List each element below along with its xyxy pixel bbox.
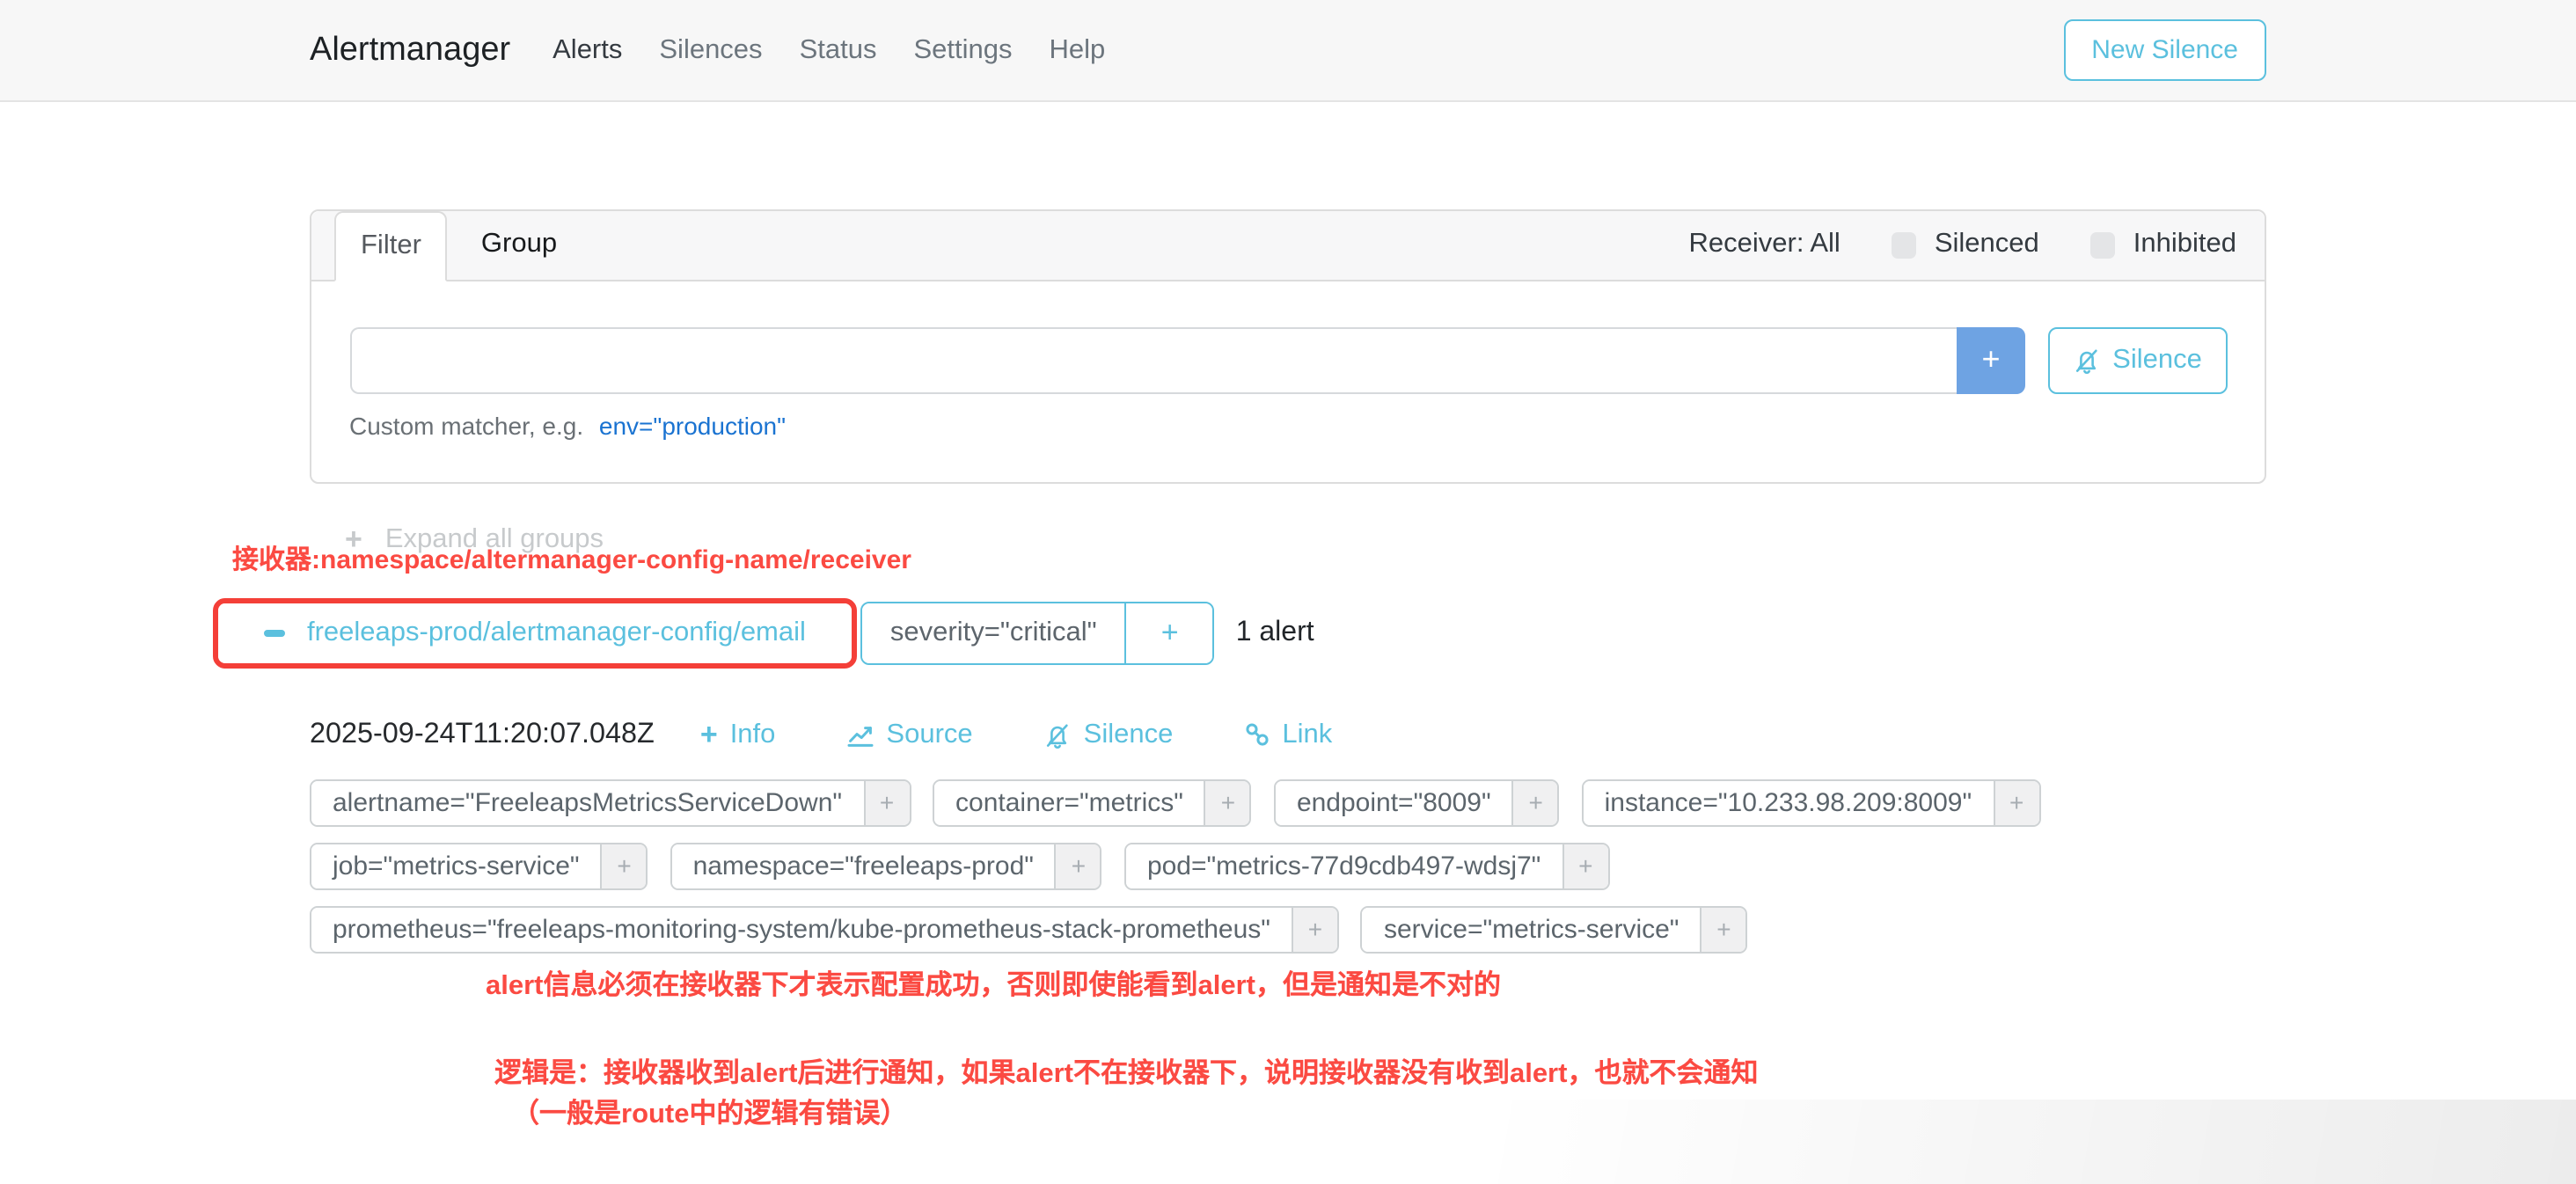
plus-icon: + — [700, 717, 718, 752]
main-content: Filter Group Receiver: All Silenced Inhi… — [310, 209, 2266, 1134]
source-action-label: Source — [886, 719, 972, 750]
filter-card-header: Filter Group Receiver: All Silenced Inhi… — [311, 211, 2265, 281]
label-add-button[interactable]: + — [1204, 781, 1250, 824]
minus-icon — [263, 630, 284, 636]
new-silence-button[interactable]: New Silence — [2063, 19, 2266, 81]
info-action-label: Info — [730, 719, 776, 750]
label-button[interactable]: instance="10.233.98.209:8009" — [1584, 781, 1994, 824]
filter-card: Filter Group Receiver: All Silenced Inhi… — [310, 209, 2266, 483]
silence-button[interactable]: Silence — [2047, 326, 2227, 393]
alert-header: 2025-09-24T11:20:07.048Z + Info Source — [310, 712, 2266, 757]
alert-label: endpoint="8009" + — [1274, 779, 1560, 826]
alert-label: prometheus="freeleaps-monitoring-system/… — [310, 906, 1339, 953]
tab-filter[interactable]: Filter — [334, 211, 448, 281]
nav-item-alerts[interactable]: Alerts — [553, 34, 622, 66]
tab-filter-label: Filter — [361, 230, 421, 262]
matcher-input-group: + — [349, 326, 2025, 393]
label-add-button[interactable]: + — [863, 781, 909, 824]
navbar: Alertmanager Alerts Silences Status Sett… — [0, 0, 2576, 102]
label-row: job="metrics-service" + namespace="freel… — [310, 843, 2266, 889]
add-matcher-button[interactable]: + — [1957, 326, 2025, 393]
matcher-input[interactable] — [349, 326, 1957, 393]
label-add-button[interactable]: + — [1993, 781, 2038, 824]
nav-item-silences[interactable]: Silences — [659, 34, 762, 66]
silence-button-label: Silence — [2112, 344, 2202, 376]
label-button[interactable]: pod="metrics-77d9cdb497-wdsj7" — [1126, 844, 1562, 888]
link-icon — [1243, 721, 1270, 748]
group-matcher-add-button[interactable]: + — [1125, 603, 1213, 663]
bell-slash-icon — [1043, 720, 1072, 749]
receiver-group-button[interactable]: freeleaps-prod/alertmanager-config/email — [217, 603, 852, 662]
alert-count: 1 alert — [1236, 618, 1314, 649]
matcher-example-link[interactable]: env="production" — [599, 411, 786, 439]
bell-slash-icon — [2072, 346, 2100, 374]
label-add-button[interactable]: + — [1292, 908, 1337, 951]
tab-group-label: Group — [481, 230, 557, 261]
annotation-highlight-box: freeleaps-prod/alertmanager-config/email — [212, 598, 857, 668]
tab-group[interactable]: Group — [448, 211, 590, 279]
alert-labels: alertname="FreeleapsMetricsServiceDown" … — [310, 779, 2266, 953]
annotation-receiver-note: 接收器:namespace/altermanager-config-name/r… — [232, 543, 2266, 577]
group-matcher-button[interactable]: severity="critical" — [862, 603, 1125, 663]
label-button[interactable]: namespace="freeleaps-prod" — [672, 844, 1055, 888]
info-action[interactable]: + Info — [700, 717, 776, 752]
link-action-label: Link — [1282, 719, 1332, 750]
label-button[interactable]: alertname="FreeleapsMetricsServiceDown" — [311, 781, 863, 824]
annotation-logic-note-line1: 逻辑是：接收器收到alert后进行通知，如果alert不在接收器下，说明接收器没… — [494, 1057, 2266, 1093]
matcher-helper: Custom matcher, e.g. env="production" — [349, 411, 2227, 439]
source-action[interactable]: Source — [845, 719, 972, 750]
inhibited-checkbox[interactable] — [2090, 232, 2116, 258]
link-action[interactable]: Link — [1243, 719, 1332, 750]
receiver-group-label: freeleaps-prod/alertmanager-config/email — [307, 618, 806, 649]
nav-item-status[interactable]: Status — [800, 34, 877, 66]
annotation-logic-note-line2: （一般是route中的逻辑有错误） — [512, 1099, 2266, 1134]
label-add-button[interactable]: + — [1562, 844, 1607, 888]
inhibited-label[interactable]: Inhibited — [2133, 230, 2236, 261]
alert-label: alertname="FreeleapsMetricsServiceDown" … — [310, 779, 911, 826]
label-add-button[interactable]: + — [601, 844, 647, 888]
app-brand[interactable]: Alertmanager — [310, 31, 510, 69]
screen: Alertmanager Alerts Silences Status Sett… — [0, 0, 2576, 1184]
filter-options: Receiver: All Silenced Inhibited — [1689, 211, 2236, 279]
alert-label: container="metrics" + — [933, 779, 1252, 826]
annotation-alert-note: alert信息必须在接收器下才表示配置成功，否则即使能看到alert，但是通知是… — [486, 969, 2266, 1005]
silenced-label[interactable]: Silenced — [1935, 230, 2039, 261]
chart-line-icon — [845, 720, 874, 749]
silenced-checkbox[interactable] — [1892, 232, 1917, 258]
alert-label: instance="10.233.98.209:8009" + — [1582, 779, 2041, 826]
alert-group-row: freeleaps-prod/alertmanager-config/email… — [212, 598, 2266, 668]
alert-label: service="metrics-service" + — [1361, 906, 1748, 953]
alert-label: job="metrics-service" + — [310, 843, 648, 889]
alert-label: namespace="freeleaps-prod" + — [670, 843, 1102, 889]
label-button[interactable]: container="metrics" — [934, 781, 1204, 824]
filter-card-body: + Silence Custom matcher, e.g. env="prod… — [311, 281, 2265, 481]
label-add-button[interactable]: + — [1700, 908, 1745, 951]
label-button[interactable]: job="metrics-service" — [311, 844, 601, 888]
label-button[interactable]: service="metrics-service" — [1363, 908, 1701, 951]
label-row: alertname="FreeleapsMetricsServiceDown" … — [310, 779, 2266, 826]
silence-action-label: Silence — [1084, 719, 1174, 750]
group-matcher: severity="critical" + — [860, 601, 1215, 665]
label-button[interactable]: endpoint="8009" — [1276, 781, 1512, 824]
alert-label: pod="metrics-77d9cdb497-wdsj7" + — [1124, 843, 1609, 889]
label-button[interactable]: prometheus="freeleaps-monitoring-system/… — [311, 908, 1292, 951]
label-add-button[interactable]: + — [1512, 781, 1558, 824]
matcher-helper-text: Custom matcher, e.g. — [349, 411, 583, 439]
nav-item-settings[interactable]: Settings — [913, 34, 1012, 66]
silence-action[interactable]: Silence — [1043, 719, 1174, 750]
label-row: prometheus="freeleaps-monitoring-system/… — [310, 906, 2266, 953]
label-add-button[interactable]: + — [1055, 844, 1101, 888]
nav-item-help[interactable]: Help — [1050, 34, 1106, 66]
receiver-filter[interactable]: Receiver: All — [1689, 230, 1841, 261]
alert-timestamp: 2025-09-24T11:20:07.048Z — [310, 718, 655, 751]
